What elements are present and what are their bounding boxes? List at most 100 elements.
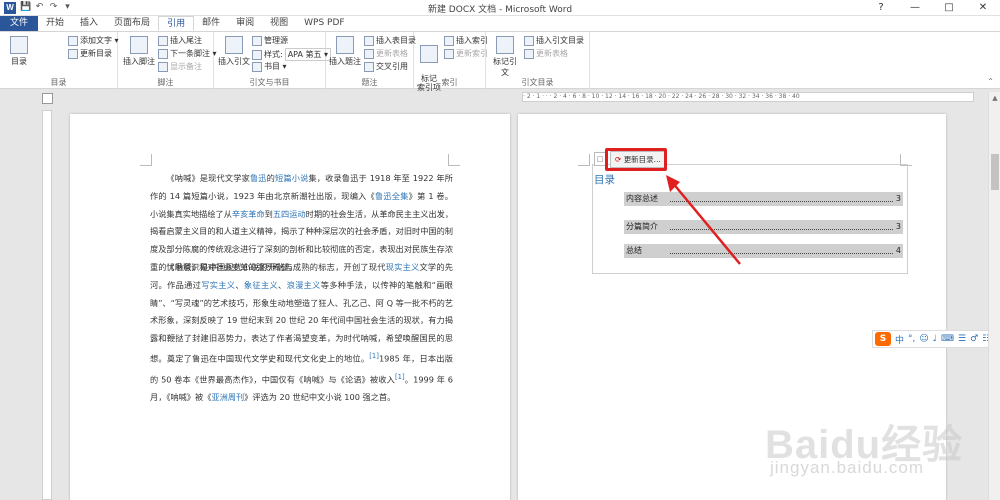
manage-sources-icon	[252, 35, 262, 46]
hyperlink[interactable]: 五四运动	[273, 209, 306, 219]
ribbon-tab-bar: 文件 开始 插入 页面布局 引用 邮件 审阅 视图 WPS PDF	[0, 16, 1000, 31]
tab-selector[interactable]	[42, 93, 53, 104]
group-label-toc: 目录	[50, 78, 67, 87]
hyperlink[interactable]: 象征主义	[244, 280, 278, 290]
close-button[interactable]: ✕	[966, 0, 1000, 16]
skin-icon[interactable]: ♂	[970, 334, 978, 344]
update-toc-button[interactable]: 更新目录	[68, 48, 112, 59]
maximize-button[interactable]: □	[932, 0, 966, 16]
hyperlink[interactable]: 鲁迅全集	[375, 191, 409, 201]
tab-wps-pdf[interactable]: WPS PDF	[296, 16, 352, 31]
insert-citation-button[interactable]: 插入引文	[218, 36, 250, 67]
margin-mark	[448, 154, 460, 166]
citation-style-select[interactable]: 样式: APA 第五 ▾	[252, 48, 332, 61]
window-title: 新建 DOCX 文档 - Microsoft Word	[427, 5, 573, 15]
margin-mark	[578, 154, 590, 166]
update-index-button[interactable]: 更新索引	[444, 48, 488, 59]
tab-mailings[interactable]: 邮件	[194, 16, 228, 31]
tab-review[interactable]: 审阅	[228, 16, 262, 31]
hyperlink[interactable]: 辛亥革命	[232, 209, 265, 219]
group-footnotes: 插入脚注 插入尾注 下一条脚注 ▾ 显示备注 脚注	[118, 32, 217, 89]
vertical-scrollbar[interactable]: ▲	[988, 92, 1000, 500]
scroll-thumb[interactable]	[991, 154, 999, 190]
emoji-icon[interactable]: ☺	[919, 334, 928, 344]
show-notes-icon	[158, 61, 168, 72]
cross-reference-button[interactable]: 交叉引用	[364, 61, 408, 72]
group-index: 标记 索引项 插入索引 更新索引 索引	[414, 32, 488, 92]
scroll-up-icon[interactable]: ▲	[990, 94, 1000, 104]
sogou-logo[interactable]: S	[875, 332, 891, 346]
tab-file[interactable]: 文件	[0, 16, 39, 31]
group-toc: 目录 添加文字 ▾ 更新目录 目录	[0, 32, 119, 89]
add-text-button[interactable]: 添加文字 ▾	[68, 35, 119, 46]
hyperlink[interactable]: 写实主义	[201, 280, 235, 290]
next-footnote-icon	[158, 48, 168, 59]
manage-sources-button[interactable]: 管理源	[252, 35, 288, 46]
insert-authorities-icon	[524, 35, 534, 46]
toc-button[interactable]: 目录	[6, 36, 32, 67]
insert-caption-button[interactable]: 插入题注	[328, 36, 362, 67]
ime-language-toggle[interactable]: 中	[895, 333, 904, 346]
punctuation-icon[interactable]: °,	[908, 334, 915, 344]
voice-icon[interactable]: ♩	[933, 334, 937, 344]
tab-references[interactable]: 引用	[158, 16, 195, 31]
title-bar: W 💾 ↶ ↷ ▾ 新建 DOCX 文档 - Microsoft Word ? …	[0, 0, 1000, 16]
update-authorities-icon	[524, 48, 534, 59]
group-citations: 插入引文 管理源 样式: APA 第五 ▾ 书目 ▾ 引文与书目	[214, 32, 332, 89]
highlight-box	[605, 148, 667, 171]
toc-icon	[10, 36, 28, 54]
margin-mark	[140, 154, 152, 166]
tab-home[interactable]: 开始	[38, 16, 72, 31]
bibliography-icon	[252, 61, 262, 72]
add-text-icon	[68, 35, 78, 46]
tab-page-layout[interactable]: 页面布局	[106, 16, 158, 31]
insert-table-of-authorities-button[interactable]: 插入引文目录	[524, 35, 584, 46]
insert-endnote-button[interactable]: 插入尾注	[158, 35, 202, 46]
hyperlink[interactable]: 鲁迅	[250, 173, 267, 183]
mark-citation-button[interactable]: 标记引文	[490, 36, 520, 78]
vertical-ruler[interactable]	[42, 110, 52, 500]
hyperlink[interactable]: 现实主义	[386, 262, 420, 272]
keyboard-icon[interactable]: ⌨	[941, 334, 954, 344]
annotation-arrow	[666, 175, 741, 265]
collapse-ribbon-icon[interactable]: ⌃	[987, 77, 994, 86]
insert-index-icon	[444, 35, 454, 46]
insert-footnote-button[interactable]: 插入脚注	[122, 36, 156, 67]
update-authorities-button[interactable]: 更新表格	[524, 48, 568, 59]
horizontal-ruler[interactable]: · 2 · 1 · · · 2 · 4 · 6 · 8 · 10 · 12 · …	[522, 92, 974, 102]
hyperlink[interactable]: 浪漫主义	[287, 280, 321, 290]
document-page-left[interactable]: 《呐喊》是现代文学家鲁迅的短篇小说集，收录鲁迅于 1918 年至 1922 年所…	[70, 114, 510, 500]
update-table-button[interactable]: 更新表格	[364, 48, 408, 59]
arrow-shaft	[671, 181, 741, 265]
ribbon: 目录 添加文字 ▾ 更新目录 目录 插入脚注 插入尾注 下一条脚注 ▾ 显示备注…	[0, 31, 1000, 92]
mark-entry-icon	[420, 45, 438, 63]
menu-icon[interactable]: ☰	[958, 334, 966, 344]
next-footnote-button[interactable]: 下一条脚注 ▾	[158, 48, 217, 59]
table-of-figures-icon	[364, 35, 374, 46]
endnote-icon	[158, 35, 168, 46]
insert-index-button[interactable]: 插入索引	[444, 35, 488, 46]
window-controls: ? — □ ✕	[864, 0, 1000, 16]
tab-view[interactable]: 视图	[262, 16, 296, 31]
group-label-footnotes: 脚注	[157, 78, 174, 87]
hyperlink[interactable]: 亚洲周刊	[211, 392, 244, 402]
baidu-watermark-url: jingyan.baidu.com	[770, 458, 925, 477]
style-icon	[252, 49, 262, 60]
hyperlink[interactable]: 短篇小说	[275, 173, 308, 183]
mark-citation-icon	[496, 36, 514, 54]
help-button[interactable]: ?	[864, 0, 898, 16]
update-index-icon	[444, 48, 454, 59]
bibliography-button[interactable]: 书目 ▾	[252, 61, 287, 72]
minimize-button[interactable]: —	[898, 0, 932, 16]
footnote-ref[interactable]: [1]	[395, 373, 405, 381]
cross-reference-icon	[364, 61, 374, 72]
tab-insert[interactable]: 插入	[72, 16, 106, 31]
paragraph-2[interactable]: 《呐喊》是中国现代小说的开端与成熟的标志，开创了现代现实主义文学的先河。作品通过…	[150, 259, 453, 407]
insert-table-of-figures-button[interactable]: 插入表目录	[364, 35, 416, 46]
footnote-icon	[130, 36, 148, 54]
show-notes-button[interactable]: 显示备注	[158, 61, 202, 72]
toc-heading: 目录	[594, 174, 615, 186]
group-label-citations: 引文与书目	[249, 78, 290, 87]
ime-toolbar: S 中 °, ☺ ♩ ⌨ ☰ ♂ ☷	[872, 330, 1000, 348]
footnote-ref[interactable]: [1]	[369, 352, 379, 360]
